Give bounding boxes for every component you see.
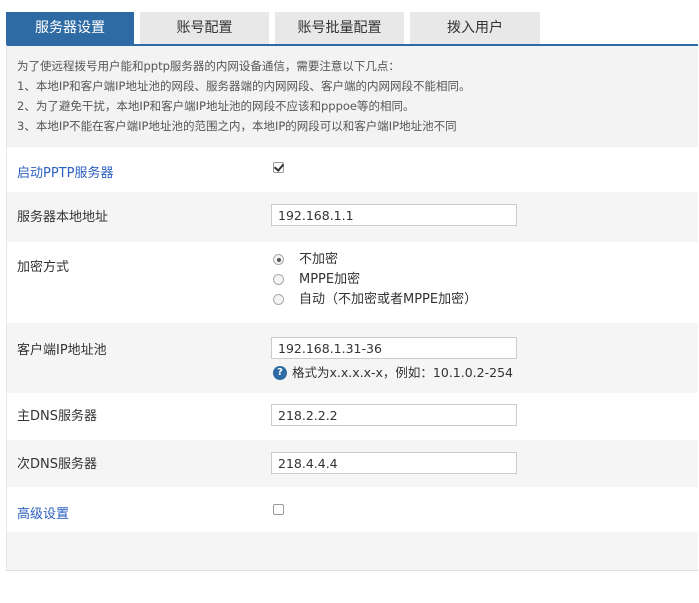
enable-pptp-label[interactable]: 启动PPTP服务器 bbox=[17, 162, 113, 181]
notice-line: 2、为了避免干扰，本地IP和客户端IP地址池的网段不应该和pppoe等的相同。 bbox=[17, 99, 415, 113]
radio-none[interactable] bbox=[273, 254, 284, 265]
client-pool-row: 客户端IP地址池 ? 格式为x.x.x.x-x，例如：10.1.0.2-254 bbox=[7, 323, 698, 393]
primary-dns-row: 主DNS服务器 bbox=[7, 393, 698, 440]
tab-server-settings[interactable]: 服务器设置 bbox=[6, 12, 134, 44]
notice-line: 3、本地IP不能在客户端IP地址池的范围之内，本地IP的网段可以和客户端IP地址… bbox=[17, 119, 457, 133]
encryption-option-label: 自动（不加密或者MPPE加密） bbox=[299, 292, 478, 307]
footer-strip bbox=[7, 532, 698, 570]
primary-dns-label: 主DNS服务器 bbox=[17, 409, 97, 424]
tab-batch-account-config[interactable]: 账号批量配置 bbox=[275, 12, 404, 44]
enable-pptp-row: 启动PPTP服务器 bbox=[7, 147, 698, 192]
local-address-row: 服务器本地地址 bbox=[7, 192, 698, 242]
client-pool-input[interactable] bbox=[271, 337, 517, 359]
enable-pptp-checkbox[interactable] bbox=[273, 162, 284, 173]
advanced-settings-checkbox[interactable] bbox=[273, 504, 284, 515]
tab-dial-in-users[interactable]: 拨入用户 bbox=[410, 12, 540, 44]
primary-dns-input[interactable] bbox=[271, 404, 517, 426]
secondary-dns-input[interactable] bbox=[271, 452, 517, 474]
question-circle-icon: ? bbox=[273, 366, 287, 380]
encryption-option-label: 不加密 bbox=[299, 252, 339, 267]
client-pool-label: 客户端IP地址池 bbox=[17, 343, 107, 358]
tab-account-config[interactable]: 账号配置 bbox=[140, 12, 269, 44]
notice-line: 1、本地IP和客户端IP地址池的网段、服务器端的内网网段、客户端的内网网段不能相… bbox=[17, 79, 471, 93]
radio-mppe[interactable] bbox=[273, 274, 284, 285]
notice-line: 为了使远程拨号用户能和pptp服务器的内网设备通信，需要注意以下几点： bbox=[17, 59, 400, 73]
local-address-label: 服务器本地地址 bbox=[17, 210, 109, 225]
client-pool-help-text: 格式为x.x.x.x-x，例如：10.1.0.2-254 bbox=[292, 365, 513, 380]
advanced-row: 高级设置 bbox=[7, 487, 698, 532]
advanced-settings-label[interactable]: 高级设置 bbox=[17, 503, 69, 522]
local-address-input[interactable] bbox=[271, 204, 517, 226]
encryption-label: 加密方式 bbox=[17, 260, 70, 275]
secondary-dns-label: 次DNS服务器 bbox=[17, 457, 97, 472]
settings-panel: 为了使远程拨号用户能和pptp服务器的内网设备通信，需要注意以下几点： 1、本地… bbox=[6, 44, 698, 571]
secondary-dns-row: 次DNS服务器 bbox=[7, 440, 698, 487]
radio-auto[interactable] bbox=[273, 294, 284, 305]
encryption-option-label: MPPE加密 bbox=[299, 272, 361, 287]
encryption-row: 加密方式 不加密 MPPE加密 自动（不加密或者MPPE加密） bbox=[7, 242, 698, 323]
notice-box: 为了使远程拨号用户能和pptp服务器的内网设备通信，需要注意以下几点： 1、本地… bbox=[7, 46, 698, 147]
